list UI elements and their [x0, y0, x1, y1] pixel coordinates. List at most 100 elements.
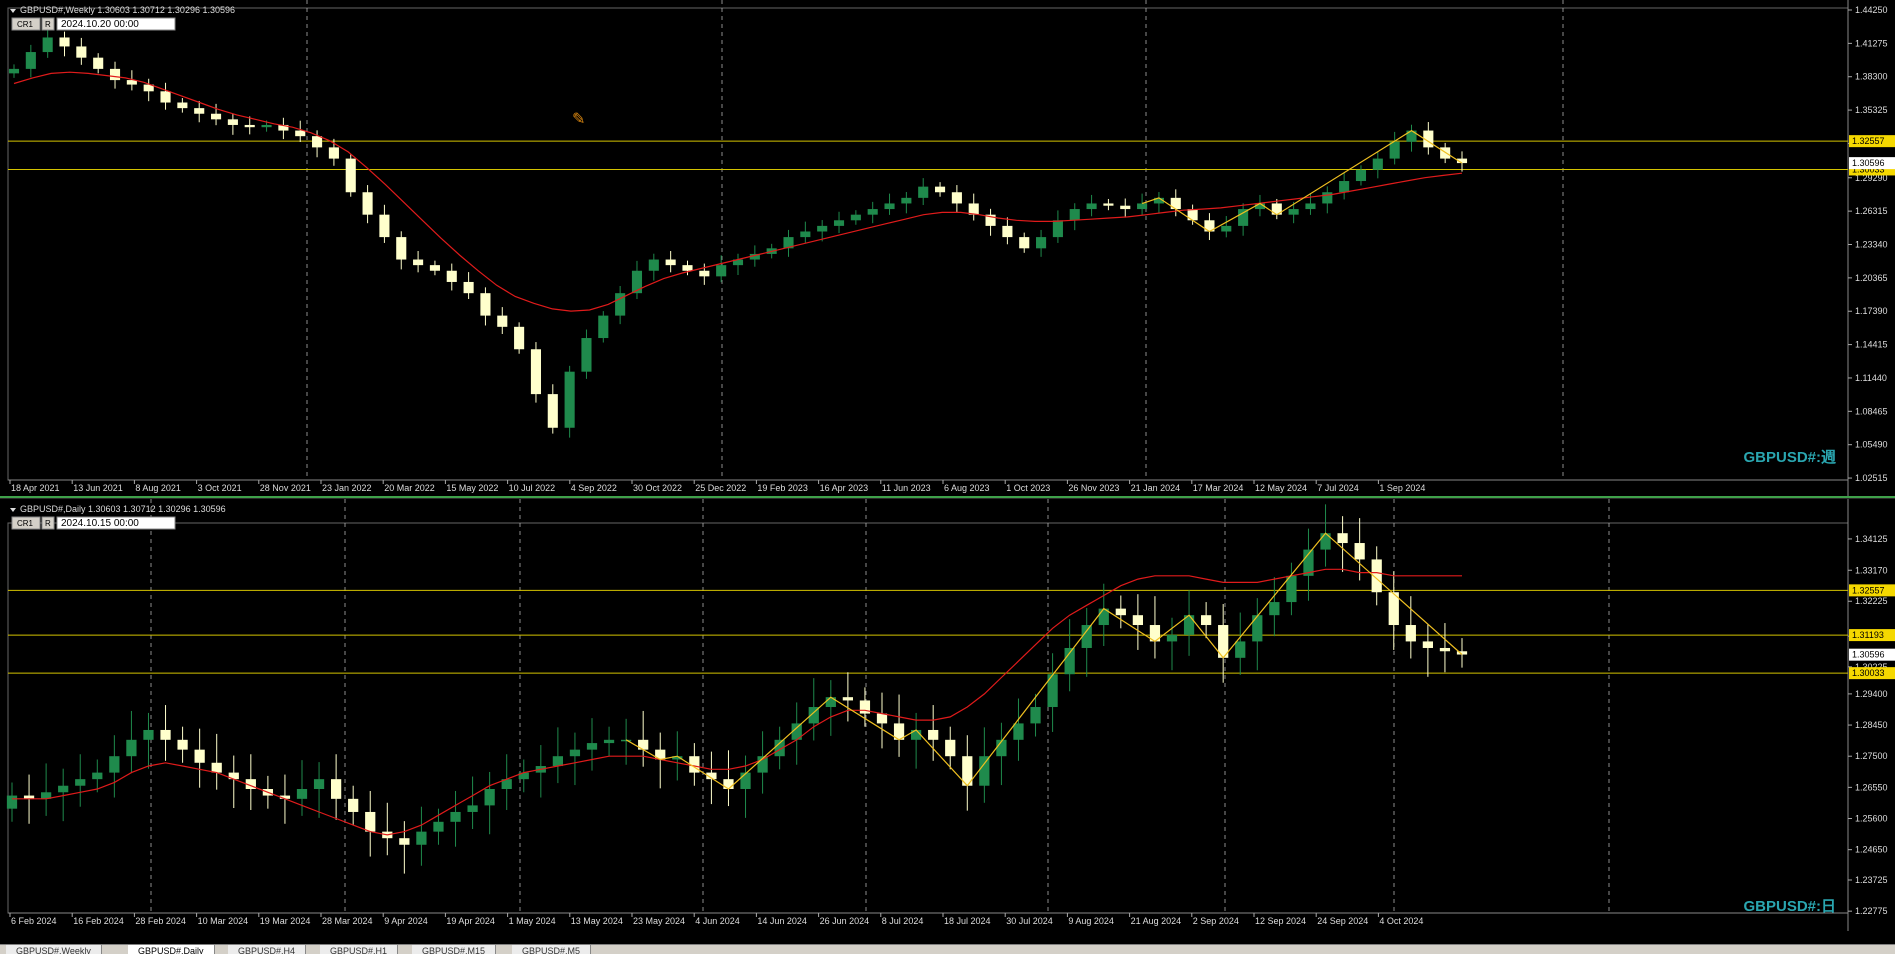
- bull-candle: [126, 739, 137, 757]
- x-tick-label: 18 Apr 2021: [11, 483, 60, 493]
- bear-candle: [429, 265, 440, 271]
- r-button-label: R: [45, 20, 51, 29]
- daily-chart-pane[interactable]: 1.341251.331701.322251.311601.302251.294…: [0, 499, 1895, 931]
- y-tick-label: 1.20365: [1855, 273, 1888, 283]
- x-tick-label: 4 Oct 2024: [1379, 916, 1423, 926]
- crosshair-pencil-icon: ✎: [572, 111, 585, 128]
- daily-chart-svg[interactable]: 1.341251.331701.322251.311601.302251.294…: [0, 499, 1895, 931]
- bear-candle: [177, 739, 188, 750]
- y-tick-label: 1.44250: [1855, 5, 1888, 15]
- moving-average-line: [13, 71, 1463, 312]
- x-tick-label: 13 May 2024: [571, 916, 623, 926]
- bear-candle: [177, 102, 188, 109]
- bull-candle: [1069, 209, 1080, 221]
- collapse-triangle-icon[interactable]: [10, 9, 16, 13]
- bull-candle: [1052, 220, 1063, 238]
- bear-candle: [362, 192, 373, 215]
- bull-candle: [1269, 602, 1280, 616]
- bear-candle: [194, 108, 205, 114]
- bull-candle: [1036, 237, 1047, 249]
- bear-candle: [699, 270, 710, 277]
- bear-candle: [227, 119, 238, 125]
- bull-candle: [598, 315, 609, 339]
- y-tick-label: 1.14415: [1855, 340, 1888, 350]
- bull-candle: [416, 831, 427, 845]
- bull-candle: [1235, 641, 1246, 658]
- x-tick-label: 6 Aug 2023: [944, 483, 990, 493]
- x-tick-label: 30 Oct 2022: [633, 483, 682, 493]
- bull-candle: [92, 772, 103, 780]
- bull-candle: [603, 739, 615, 744]
- bull-candle: [833, 220, 845, 226]
- bear-candle: [514, 326, 525, 350]
- date-input-value: 2024.10.20 00:00: [61, 19, 139, 30]
- y-tick-label: 1.26550: [1855, 782, 1888, 792]
- bear-candle: [295, 130, 306, 137]
- y-tick-label: 1.23725: [1855, 875, 1888, 885]
- y-tick-label: 1.11440: [1855, 373, 1887, 383]
- candles-group: [8, 27, 1468, 438]
- moving-average-line: [12, 568, 1462, 836]
- bear-candle: [446, 270, 457, 282]
- bear-candle: [413, 259, 424, 266]
- bull-candle: [261, 124, 272, 128]
- bear-candle: [348, 798, 359, 812]
- x-tick-label: 9 Aug 2024: [1068, 916, 1114, 926]
- candles-group: [6, 504, 1468, 874]
- bear-candle: [1439, 647, 1451, 652]
- x-tick-label: 17 Mar 2024: [1193, 483, 1244, 493]
- bear-candle: [1120, 205, 1131, 210]
- bear-candle: [160, 729, 171, 740]
- x-tick-label: 16 Feb 2024: [73, 916, 124, 926]
- x-tick-label: 23 May 2024: [633, 916, 685, 926]
- chart-header-text: GBPUSD#,Daily 1.30603 1.30712 1.30296 1.…: [20, 504, 226, 514]
- bull-candle: [918, 186, 929, 198]
- bull-candle: [1305, 203, 1316, 210]
- bear-candle: [365, 811, 376, 832]
- bull-candle: [1086, 203, 1097, 210]
- x-tick-label: 12 May 2024: [1255, 483, 1307, 493]
- date-input-value: 2024.10.15 00:00: [61, 518, 139, 529]
- bull-candle: [433, 821, 444, 832]
- bear-candle: [160, 91, 171, 103]
- bear-candle: [463, 281, 474, 294]
- bear-candle: [244, 124, 255, 128]
- x-tick-label: 19 Feb 2023: [757, 483, 808, 493]
- bear-candle: [945, 739, 956, 757]
- x-tick-label: 28 Nov 2021: [260, 483, 311, 493]
- x-tick-label: 1 Oct 2023: [1006, 483, 1050, 493]
- bull-candle: [581, 338, 592, 372]
- x-tick-label: 18 Jul 2024: [944, 916, 991, 926]
- bull-candle: [1013, 723, 1024, 740]
- x-tick-label: 11 Jun 2023: [882, 483, 931, 493]
- y-tick-label: 1.38300: [1855, 72, 1888, 82]
- x-tick-label: 1 May 2024: [509, 916, 556, 926]
- bull-candle: [850, 214, 861, 221]
- x-tick-label: 6 Feb 2024: [11, 916, 57, 926]
- symbol-timeframe-label: GBPUSD#:日: [1743, 898, 1836, 915]
- bull-candle: [552, 756, 563, 767]
- y-tick-label: 1.41275: [1855, 38, 1888, 48]
- bull-candle: [42, 37, 53, 53]
- bear-candle: [480, 293, 491, 316]
- x-tick-label: 12 Sep 2024: [1255, 916, 1306, 926]
- bear-candle: [210, 113, 222, 120]
- bear-candle: [951, 192, 962, 204]
- weekly-chart-pane[interactable]: 1.442501.412751.383001.353251.323501.292…: [0, 0, 1895, 496]
- symbol-timeframe-label: GBPUSD#:週: [1743, 449, 1836, 466]
- bull-candle: [716, 265, 727, 277]
- bull-candle: [1252, 615, 1263, 642]
- bull-candle: [1221, 225, 1232, 232]
- current-price-label: 1.30596: [1852, 158, 1885, 168]
- bear-candle: [312, 136, 323, 148]
- bear-candle: [665, 259, 676, 266]
- x-tick-label: 19 Mar 2024: [260, 916, 311, 926]
- x-tick-label: 26 Jun 2024: [820, 916, 870, 926]
- bull-candle: [1372, 158, 1383, 170]
- bull-candle: [1238, 209, 1249, 226]
- collapse-triangle-icon[interactable]: [10, 508, 16, 512]
- weekly-chart-svg[interactable]: 1.442501.412751.383001.353251.323501.292…: [0, 0, 1895, 496]
- bull-candle: [1389, 141, 1400, 159]
- y-tick-label: 1.08465: [1855, 406, 1888, 416]
- bear-candle: [59, 37, 70, 47]
